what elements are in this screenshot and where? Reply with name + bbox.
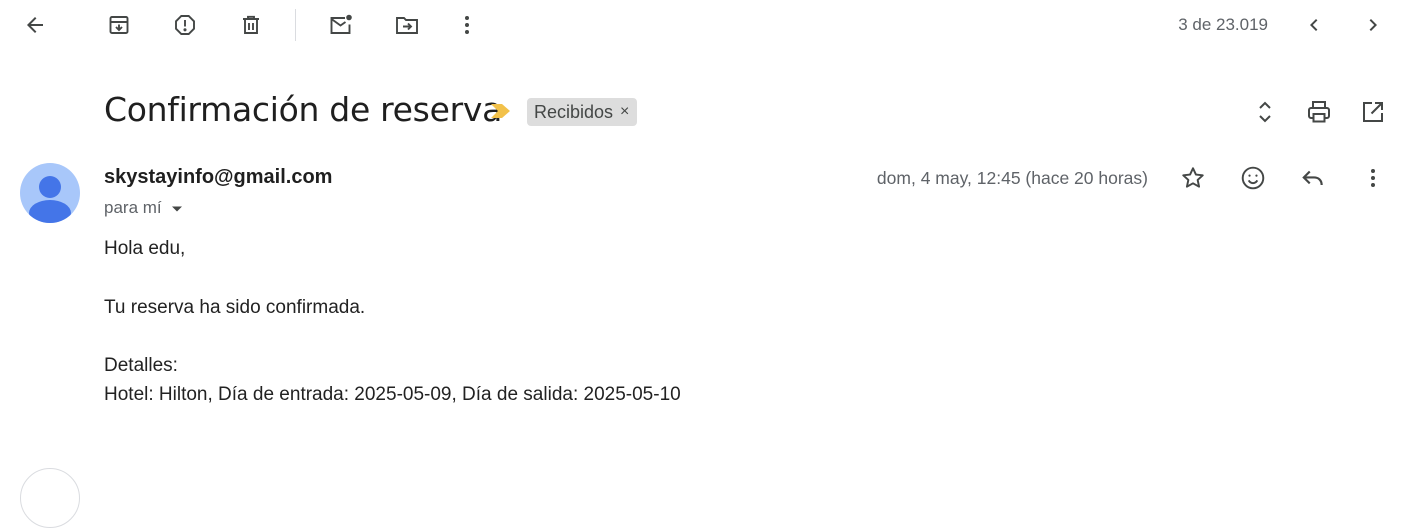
more-vert-icon: [455, 13, 479, 37]
chevron-left-icon: [1302, 13, 1326, 37]
archive-icon: [107, 13, 131, 37]
back-arrow-icon: [23, 13, 47, 37]
star-icon: [1180, 165, 1206, 191]
report-spam-button[interactable]: [165, 5, 205, 45]
report-spam-icon: [173, 13, 197, 37]
reply-icon: [1300, 165, 1326, 191]
expand-collapse-icon: [1253, 98, 1277, 126]
body-confirmation-line: Tu reserva ha sido confirmada.: [104, 297, 366, 318]
toolbar-divider: [295, 9, 296, 41]
chevron-right-icon: [1361, 13, 1385, 37]
toolbar-more-button[interactable]: [447, 5, 487, 45]
message-date: dom, 4 may, 12:45 (hace 20 horas): [876, 168, 1148, 188]
mark-unread-button[interactable]: [321, 5, 361, 45]
open-new-window-button[interactable]: [1353, 92, 1393, 132]
sender-email[interactable]: skystayinfo@gmail.com: [104, 166, 332, 189]
importance-marker-icon[interactable]: [489, 102, 513, 120]
email-subject: Confirmación de reserva: [104, 90, 502, 129]
more-vert-icon: [1361, 166, 1385, 190]
delete-icon: [239, 13, 263, 37]
older-message-button[interactable]: [1353, 5, 1393, 45]
move-to-button[interactable]: [387, 5, 427, 45]
remove-label-button[interactable]: ×: [620, 103, 629, 121]
body-details-line: Hotel: Hilton, Día de entrada: 2025-05-0…: [104, 384, 681, 405]
back-button[interactable]: [15, 5, 55, 45]
reply-avatar: [20, 468, 80, 528]
emoji-reaction-icon: [1240, 165, 1266, 191]
body-greeting: Hola edu,: [104, 238, 186, 259]
mark-unread-icon: [328, 13, 354, 37]
archive-button[interactable]: [99, 5, 139, 45]
open-in-new-icon: [1361, 100, 1385, 124]
print-icon: [1306, 99, 1332, 125]
reply-button[interactable]: [1293, 158, 1333, 198]
label-chip-inbox: Recibidos ×: [527, 98, 638, 126]
message-more-button[interactable]: [1353, 158, 1393, 198]
caret-down-icon: [171, 198, 183, 218]
newer-message-button[interactable]: [1294, 5, 1334, 45]
star-button[interactable]: [1173, 158, 1213, 198]
body-details-heading: Detalles:: [104, 355, 178, 376]
label-chip-text: Recibidos: [534, 101, 614, 122]
print-button[interactable]: [1299, 92, 1339, 132]
move-to-icon: [394, 13, 420, 37]
pager-count: 3 de 23.019: [1178, 15, 1268, 34]
expand-all-button[interactable]: [1245, 92, 1285, 132]
add-reaction-button[interactable]: [1233, 158, 1273, 198]
recipient-details-toggle[interactable]: para mí: [104, 198, 183, 218]
sender-avatar[interactable]: [20, 163, 80, 223]
recipient-label: para mí: [104, 198, 162, 217]
delete-button[interactable]: [231, 5, 271, 45]
